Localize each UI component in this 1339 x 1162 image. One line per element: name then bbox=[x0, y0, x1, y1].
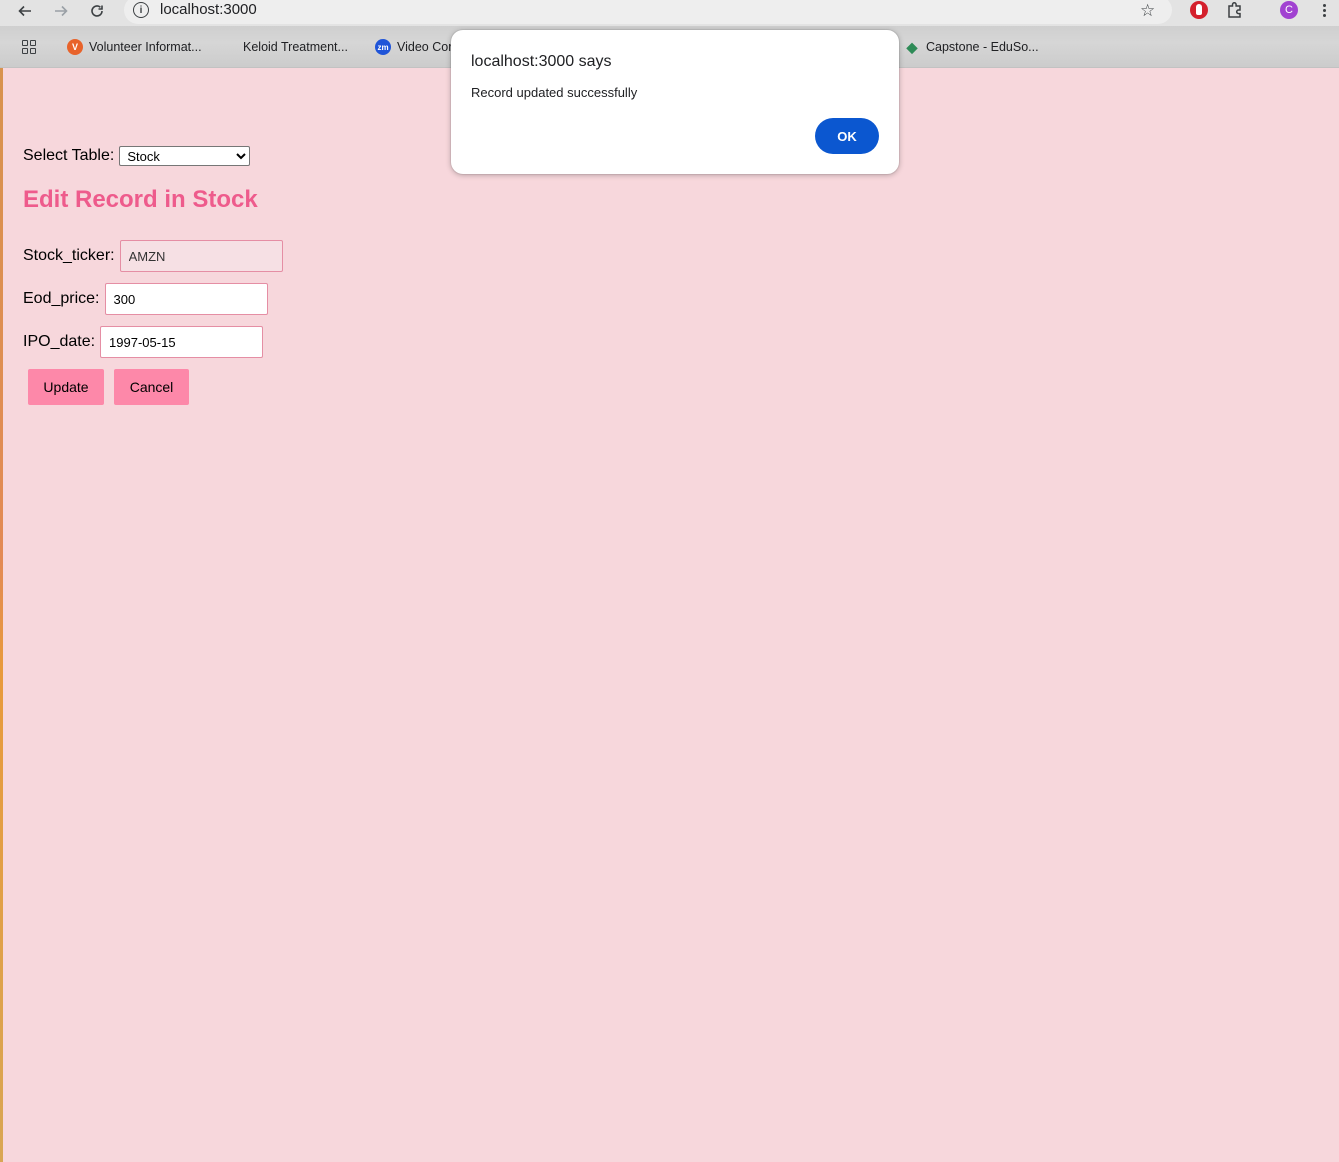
zoom-logo-icon: zm bbox=[375, 39, 391, 55]
stock-ticker-label: Stock_ticker: bbox=[23, 247, 115, 264]
extensions-puzzle-icon[interactable] bbox=[1225, 0, 1245, 20]
capstone-logo-icon: ◆ bbox=[906, 38, 918, 55]
browser-menu-icon[interactable] bbox=[1319, 2, 1329, 20]
bookmark-video[interactable]: zm Video Cor bbox=[375, 38, 452, 56]
field-row-stock-ticker: Stock_ticker: bbox=[23, 240, 283, 272]
bookmark-label: Capstone - EduSo... bbox=[926, 40, 1039, 54]
eod-price-label: Eod_price: bbox=[23, 290, 100, 307]
url-text[interactable]: localhost:3000 bbox=[160, 1, 257, 18]
dialog-ok-button[interactable]: OK bbox=[815, 118, 879, 154]
reload-icon bbox=[91, 5, 103, 17]
bookmark-label: Volunteer Informat... bbox=[89, 40, 202, 54]
grid-logo-icon bbox=[221, 39, 237, 55]
site-info-icon[interactable]: i bbox=[133, 2, 149, 18]
profile-avatar[interactable]: C bbox=[1280, 1, 1298, 19]
page-title: Edit Record in Stock bbox=[23, 186, 258, 213]
field-row-ipo-date: IPO_date: bbox=[23, 326, 264, 358]
reload-button[interactable] bbox=[84, 0, 110, 22]
alert-dialog: localhost:3000 says Record updated succe… bbox=[451, 30, 899, 174]
back-arrow-icon bbox=[18, 5, 31, 17]
eod-price-input[interactable] bbox=[104, 283, 268, 315]
field-row-eod-price: Eod_price: bbox=[23, 283, 268, 315]
table-select[interactable]: Stock bbox=[119, 146, 251, 166]
bookmark-capstone[interactable]: ◆ Capstone - EduSo... bbox=[904, 38, 1039, 56]
bookmark-star-icon[interactable]: ☆ bbox=[1140, 1, 1155, 21]
back-button[interactable] bbox=[12, 0, 38, 22]
forward-button[interactable] bbox=[48, 0, 74, 22]
desktop-edge bbox=[0, 68, 3, 1162]
browser-toolbar: i localhost:3000 ☆ C bbox=[0, 0, 1339, 26]
select-table-label: Select Table: bbox=[23, 147, 115, 164]
apps-grid-icon[interactable] bbox=[22, 40, 36, 54]
dialog-title: localhost:3000 says bbox=[471, 53, 612, 70]
cancel-button[interactable]: Cancel bbox=[114, 369, 189, 405]
bookmark-volunteer[interactable]: V Volunteer Informat... bbox=[67, 38, 202, 56]
bookmark-label: Keloid Treatment... bbox=[243, 40, 348, 54]
v-logo-icon: V bbox=[67, 39, 83, 55]
update-button[interactable]: Update bbox=[28, 369, 104, 405]
ipo-date-label: IPO_date: bbox=[23, 333, 96, 350]
stock-ticker-input[interactable] bbox=[119, 240, 283, 272]
bookmark-label: Video Cor bbox=[397, 40, 453, 54]
forward-arrow-icon bbox=[55, 5, 68, 17]
ipo-date-input[interactable] bbox=[100, 326, 264, 358]
bookmark-keloid[interactable]: Keloid Treatment... bbox=[221, 38, 348, 56]
table-select-row: Select Table: Stock bbox=[23, 146, 251, 166]
address-bar[interactable]: i localhost:3000 ☆ bbox=[124, 0, 1172, 24]
dialog-message: Record updated successfully bbox=[471, 85, 638, 100]
adblock-extension-icon[interactable] bbox=[1190, 1, 1208, 19]
